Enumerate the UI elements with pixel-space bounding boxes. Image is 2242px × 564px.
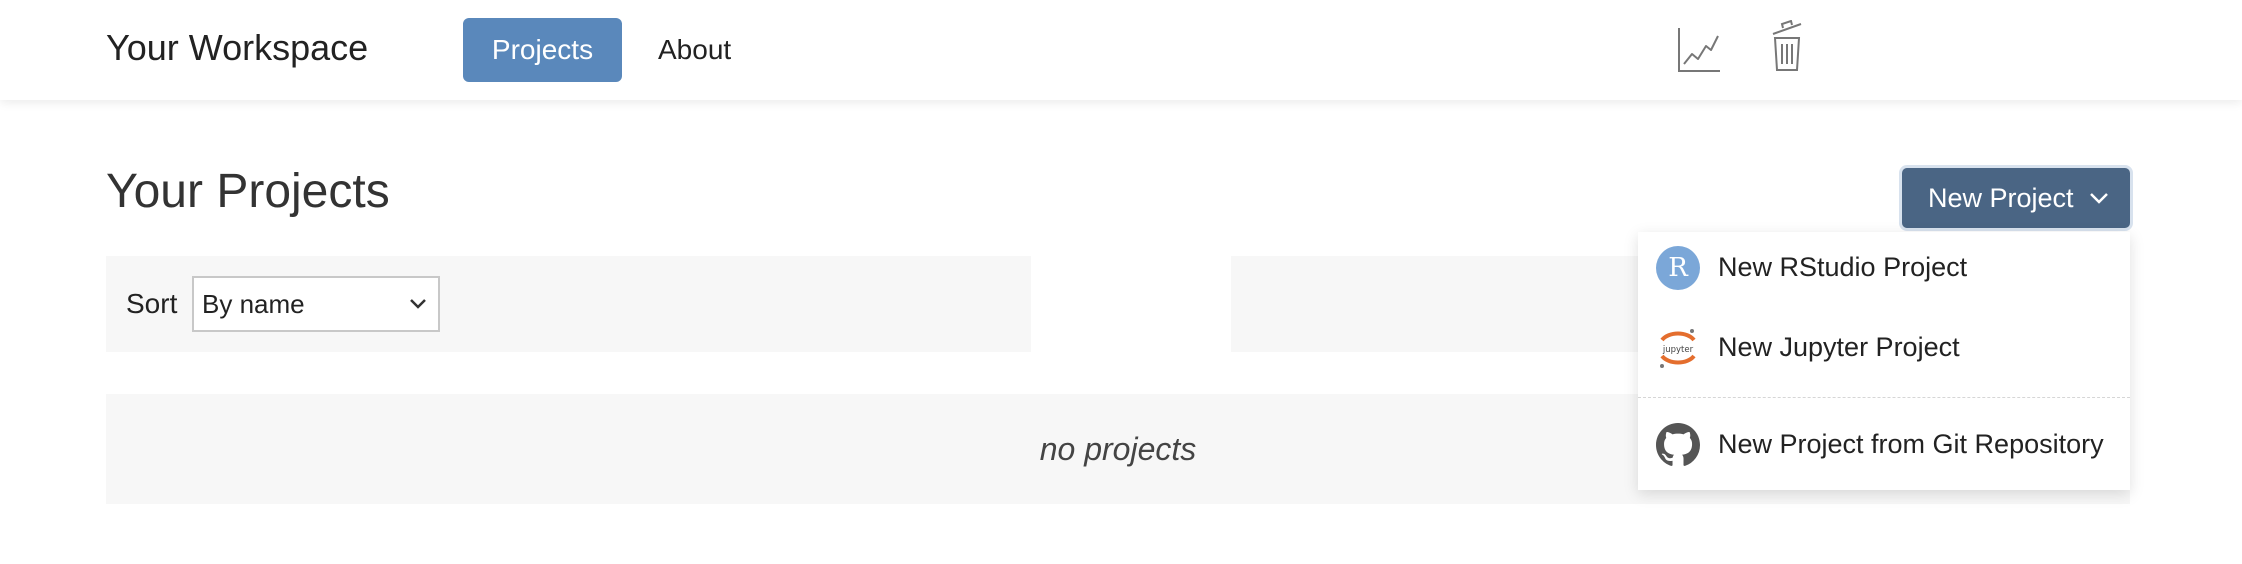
sort-selected-value: By name [202,289,305,319]
jupyter-wordmark: jupyter [1662,345,1694,355]
new-project-button[interactable]: New Project [1902,168,2130,228]
menu-item-new-jupyter-project[interactable]: jupyter New Jupyter Project [1638,312,2130,382]
github-icon [1656,423,1700,466]
top-navbar: Your Workspace Projects About [0,0,2242,100]
nav-projects-button[interactable]: Projects [463,18,622,82]
menu-item-new-rstudio-project[interactable]: R New RStudio Project [1638,232,2130,302]
page-title: Your Projects [106,165,390,218]
brand-title[interactable]: Your Workspace [106,22,368,74]
line-chart-icon[interactable] [1676,26,1722,74]
sort-panel: Sort By name [106,256,1031,352]
menu-item-label: New Project from Git Repository [1718,429,2104,459]
new-project-label: New Project [1928,183,2074,213]
rstudio-icon: R [1656,246,1700,290]
menu-item-label: New RStudio Project [1718,252,1968,282]
menu-item-label: New Jupyter Project [1718,332,1960,362]
menu-divider [1638,397,2130,398]
new-project-dropdown: R New RStudio Project jupyter New Jupyte… [1638,232,2130,490]
sort-label: Sort [126,288,178,319]
nav-about-link[interactable]: About [658,18,731,82]
trash-icon[interactable] [1770,20,1804,72]
jupyter-icon: jupyter [1660,329,1696,368]
sort-select[interactable]: By name [192,276,440,332]
chevron-down-icon [2090,193,2108,204]
menu-item-new-project-from-git[interactable]: New Project from Git Repository [1638,409,2130,479]
chevron-down-icon [410,299,426,309]
